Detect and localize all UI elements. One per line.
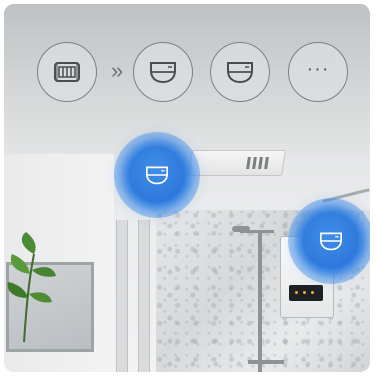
fan-panel-icon <box>54 62 80 82</box>
more-button[interactable]: ··· <box>288 42 348 102</box>
glass-panel-frame <box>116 220 128 372</box>
bath-heater-icon <box>146 166 168 185</box>
hotspot-core <box>304 214 358 268</box>
more-icon: ··· <box>306 57 330 80</box>
bath-heater-icon <box>150 62 176 84</box>
bath-heater-button[interactable] <box>133 42 193 102</box>
fan-panel-button[interactable] <box>37 42 97 102</box>
bath-heater-button-2[interactable] <box>210 42 270 102</box>
bath-heater-icon <box>227 62 253 84</box>
ceiling-heater-hotspot[interactable] <box>114 132 200 218</box>
plant <box>7 232 56 343</box>
shower-valve <box>248 360 284 364</box>
bath-heater-icon <box>320 232 342 251</box>
wall-heater-hotspot[interactable] <box>288 198 370 284</box>
chevron-right-icon: » <box>111 58 123 83</box>
hotspot-core <box>130 148 184 202</box>
shower-head <box>232 226 250 232</box>
shower-pipe <box>258 232 262 372</box>
glass-panel-frame <box>138 220 150 372</box>
bathroom-scene: » ··· <box>4 4 370 372</box>
ceiling-fan-panel <box>188 150 286 176</box>
heater-display <box>289 285 323 301</box>
